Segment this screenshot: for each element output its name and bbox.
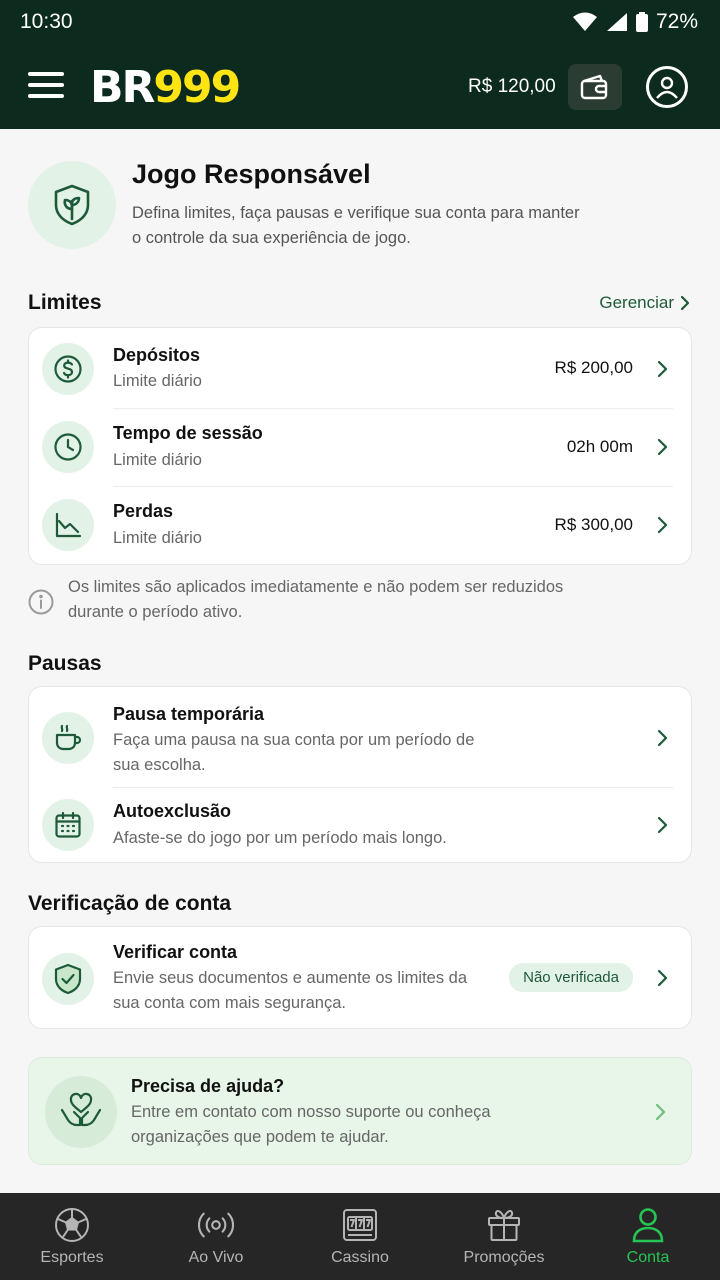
- balance-amount[interactable]: R$ 120,00: [468, 76, 556, 98]
- verify-account-row[interactable]: Verificar conta Envie seus documentos e …: [29, 927, 693, 1030]
- verify-subtitle: Envie seus documentos e aumente os limit…: [113, 969, 468, 1012]
- battery-level: 72%: [655, 10, 698, 33]
- section-title-limits: Limites: [28, 291, 102, 314]
- calendar-icon: [42, 799, 94, 851]
- status-time: 10:30: [20, 10, 73, 33]
- limit-subtitle: Limite diário: [113, 529, 202, 547]
- chevron-right-icon: [657, 438, 668, 456]
- limit-title: Perdas: [113, 501, 174, 521]
- pause-row-self-exclusion[interactable]: Autoexclusão Afaste-se do jogo por um pe…: [29, 787, 693, 864]
- logo[interactable]: BR999: [90, 62, 241, 113]
- limit-row-deposits[interactable]: Depósitos Limite diário R$ 200,00: [29, 328, 693, 408]
- chart-down-icon: [42, 499, 94, 551]
- chevron-right-icon: [657, 816, 668, 834]
- chevron-right-icon: [680, 295, 690, 311]
- clock-icon: [42, 421, 94, 473]
- signal-icon: [606, 13, 627, 31]
- chevron-right-icon: [657, 729, 668, 747]
- tab-conta[interactable]: Conta: [576, 1193, 720, 1280]
- limit-subtitle: Limite diário: [113, 372, 202, 390]
- pauses-card: Pausa temporária Faça uma pausa na sua c…: [28, 686, 692, 863]
- tab-ao-vivo[interactable]: Ao Vivo: [144, 1193, 288, 1280]
- top-app-bar: 10:30 72% BR999 R$ 120,00: [0, 0, 720, 129]
- main-content: Jogo Responsável Defina limites, faça pa…: [0, 129, 720, 1193]
- info-icon: [28, 589, 54, 615]
- coffee-icon: [42, 712, 94, 764]
- bottom-tab-bar: Esportes Ao Vivo Cassino Promoções Conta: [0, 1193, 720, 1280]
- verify-title: Verificar conta: [113, 942, 238, 962]
- help-subtitle: Entre em contato com nosso suporte ou co…: [131, 1103, 491, 1146]
- limit-title: Tempo de sessão: [113, 423, 263, 443]
- page-description: Defina limites, faça pausas e verifique …: [132, 204, 580, 247]
- pause-row-temporary[interactable]: Pausa temporária Faça uma pausa na sua c…: [29, 687, 693, 787]
- shield-check-icon: [42, 953, 94, 1005]
- page-title: Jogo Responsável: [132, 159, 371, 189]
- limit-value: R$ 200,00: [554, 358, 633, 377]
- limit-value: R$ 300,00: [554, 515, 633, 534]
- pause-subtitle: Afaste-se do jogo por um período mais lo…: [113, 829, 447, 847]
- manage-limits-link[interactable]: Gerenciar: [599, 293, 690, 313]
- tab-label: Ao Vivo: [188, 1249, 244, 1266]
- broadcast-icon: [198, 1207, 234, 1243]
- user-icon: [656, 76, 678, 99]
- menu-icon[interactable]: [28, 72, 64, 102]
- limit-row-session-time[interactable]: Tempo de sessão Limite diário 02h 00m: [29, 408, 693, 486]
- wallet-button[interactable]: [568, 64, 622, 110]
- status-badge: Não verificada: [509, 963, 633, 992]
- limit-value: 02h 00m: [566, 437, 633, 456]
- chevron-right-icon: [657, 360, 668, 378]
- chevron-right-icon: [655, 1103, 666, 1121]
- limits-note-text: Os limites são aplicados imediatamente e…: [68, 578, 564, 621]
- hands-heart-icon: [45, 1076, 117, 1148]
- section-title-pauses: Pausas: [28, 652, 102, 675]
- chevron-right-icon: [657, 969, 668, 987]
- tab-label: Promoções: [463, 1249, 545, 1266]
- verification-card: Verificar conta Envie seus documentos e …: [28, 926, 692, 1029]
- hero-shield-icon: [28, 161, 116, 249]
- manage-label: Gerenciar: [599, 293, 674, 312]
- pause-title: Pausa temporária: [113, 704, 265, 724]
- logo-999: 999: [153, 62, 241, 113]
- account-button[interactable]: [646, 66, 688, 108]
- tab-promocoes[interactable]: Promoções: [432, 1193, 576, 1280]
- dollar-icon: [42, 343, 94, 395]
- soccer-ball-icon: [54, 1207, 90, 1243]
- slot-machine-icon: [342, 1207, 378, 1243]
- section-title-verification: Verificação de conta: [28, 892, 232, 915]
- limit-row-losses[interactable]: Perdas Limite diário R$ 300,00: [29, 486, 693, 566]
- tab-label: Esportes: [40, 1249, 104, 1266]
- tab-label: Conta: [626, 1249, 670, 1266]
- battery-icon: [635, 12, 648, 32]
- user-icon: [630, 1207, 666, 1243]
- wallet-icon: [580, 74, 608, 100]
- tab-label: Cassino: [331, 1249, 389, 1266]
- limit-subtitle: Limite diário: [113, 451, 202, 469]
- limits-card: Depósitos Limite diário R$ 200,00 Tempo …: [28, 327, 692, 565]
- tab-cassino[interactable]: Cassino: [288, 1193, 432, 1280]
- limit-title: Depósitos: [113, 345, 201, 365]
- chevron-right-icon: [657, 516, 668, 534]
- logo-br: BR: [90, 62, 155, 113]
- wifi-icon: [572, 12, 597, 31]
- gift-icon: [486, 1207, 522, 1243]
- help-card[interactable]: Precisa de ajuda? Entre em contato com n…: [28, 1057, 692, 1165]
- pause-title: Autoexclusão: [113, 801, 232, 821]
- pause-subtitle: Faça uma pausa na sua conta por um perío…: [113, 731, 475, 774]
- tab-esportes[interactable]: Esportes: [0, 1193, 144, 1280]
- help-title: Precisa de ajuda?: [131, 1076, 285, 1096]
- status-bar: 10:30 72%: [0, 0, 720, 44]
